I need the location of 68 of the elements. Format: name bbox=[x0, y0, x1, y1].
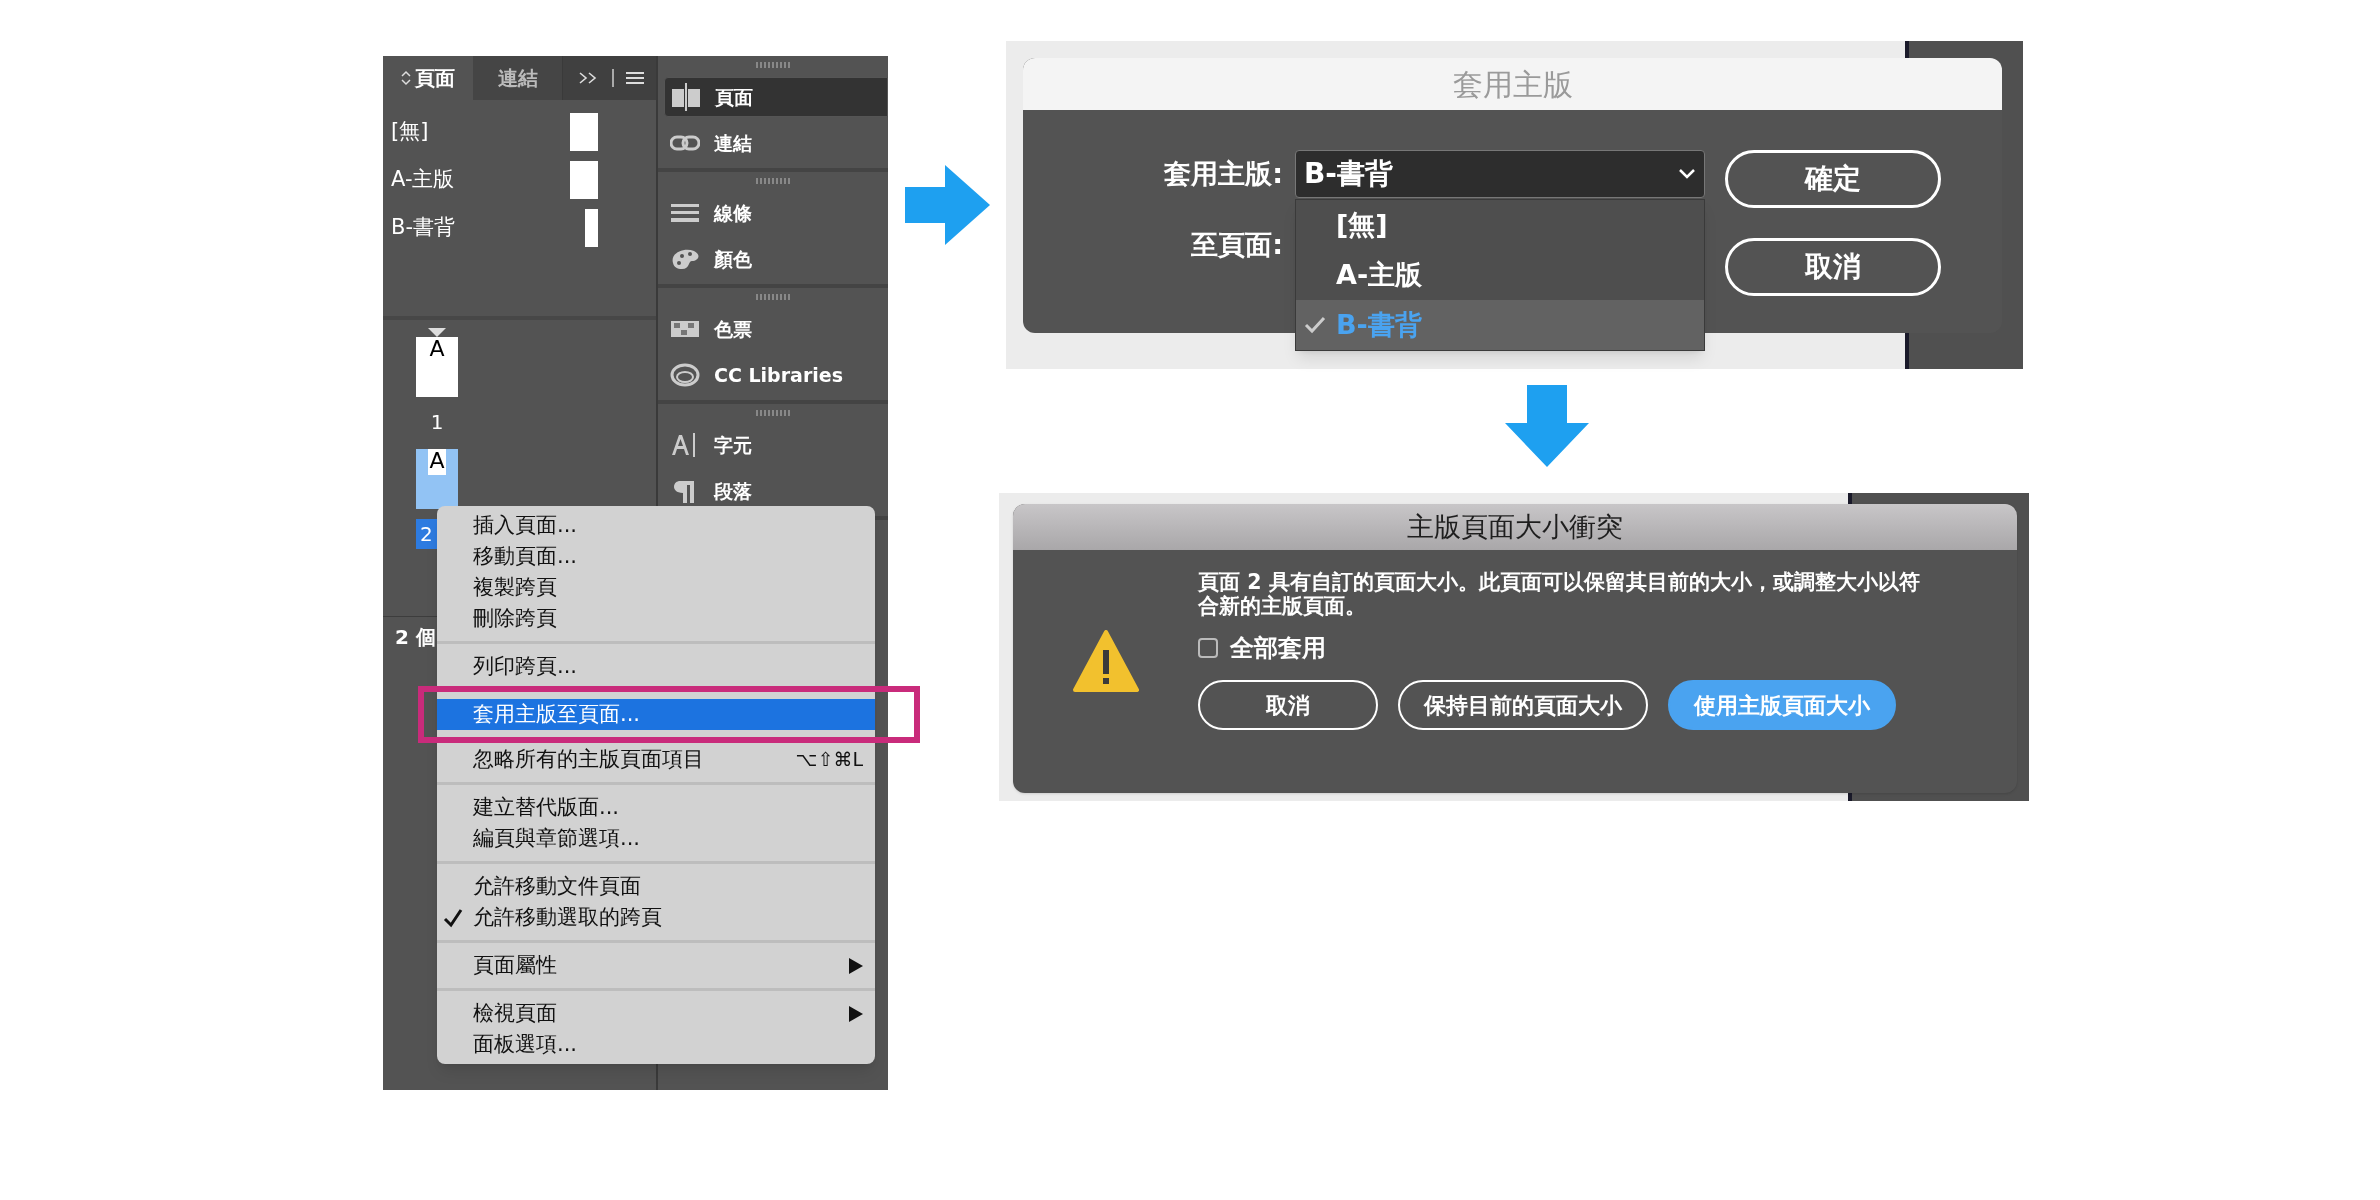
master-name[interactable]: B-書背 bbox=[391, 212, 455, 244]
menu-item[interactable]: 建立替代版面... bbox=[437, 792, 875, 823]
menu-item[interactable]: 面板選項... bbox=[437, 1029, 875, 1060]
submenu-arrow-icon bbox=[849, 1005, 863, 1022]
master-thumbnail[interactable] bbox=[570, 161, 598, 199]
dock-item[interactable]: 線條 bbox=[664, 193, 888, 233]
dock-item[interactable]: 頁面 bbox=[664, 77, 888, 117]
arrow-right-icon bbox=[905, 165, 990, 245]
menu-item[interactable]: 移動頁面... bbox=[437, 541, 875, 572]
cc-icon bbox=[670, 361, 700, 389]
dialog-title: 主版頁面大小衝突 bbox=[1407, 509, 1623, 544]
dialog-title: 套用主版 bbox=[1452, 65, 1573, 104]
dropdown-select[interactable]: B-書背 bbox=[1295, 150, 1705, 198]
warning-icon bbox=[1072, 630, 1139, 692]
master-thumbnail[interactable] bbox=[585, 209, 598, 247]
arrow-down-icon bbox=[1505, 385, 1589, 467]
panel-tab[interactable]: 頁面 bbox=[383, 56, 473, 100]
dialog-button[interactable]: 取消 bbox=[1725, 238, 1941, 296]
menu-item[interactable]: 檢視頁面 bbox=[437, 998, 875, 1029]
dock-item[interactable]: CC Libraries bbox=[664, 355, 888, 395]
dock-item[interactable]: 字元 bbox=[664, 425, 888, 465]
dialog-button[interactable]: 保持目前的頁面大小 bbox=[1398, 680, 1648, 730]
dock-item[interactable]: 顏色 bbox=[664, 239, 888, 279]
message-text: 頁面 2 具有自訂的頁面大小。此頁面可以保留其目前的大小，或調整大小以符合新的主版頁面。 bbox=[1198, 570, 1921, 618]
menu-item[interactable]: 列印跨頁... bbox=[437, 651, 875, 682]
master-thumbnail[interactable] bbox=[570, 113, 598, 151]
dropdown-option[interactable]: [無] bbox=[1296, 200, 1704, 250]
master-letter: A bbox=[428, 449, 446, 475]
menu-item[interactable]: 刪除跨頁 bbox=[437, 603, 875, 634]
menu-icon bbox=[626, 71, 644, 85]
grip-icon bbox=[756, 178, 790, 184]
pages-icon bbox=[671, 83, 701, 111]
page-thumbnail[interactable]: A bbox=[416, 449, 458, 509]
page-number: 2 bbox=[416, 519, 437, 549]
submenu-arrow-icon bbox=[849, 957, 863, 974]
menu-item[interactable]: 允許移動選取的跨頁 bbox=[437, 902, 875, 933]
grip-icon bbox=[756, 294, 790, 300]
dropdown-option[interactable]: A-主版 bbox=[1296, 250, 1704, 300]
menu-item[interactable]: 插入頁面... bbox=[437, 510, 875, 541]
menu-item[interactable]: 頁面屬性 bbox=[437, 950, 875, 981]
checkbox-label: 全部套用 bbox=[1230, 633, 1326, 664]
panel-tab[interactable]: 連結 bbox=[473, 56, 563, 100]
chevron-down-icon bbox=[1678, 168, 1696, 180]
dock-item[interactable]: 連結 bbox=[664, 123, 888, 163]
menu-item[interactable]: 允許移動文件頁面 bbox=[437, 871, 875, 902]
dock-item[interactable]: 段落 bbox=[664, 471, 888, 511]
page-thumbnail[interactable]: A bbox=[416, 337, 458, 397]
menu-item[interactable]: 複製跨頁 bbox=[437, 572, 875, 603]
menu-item[interactable]: 忽略所有的主版頁面項目 ⌥⇧⌘L bbox=[437, 744, 875, 775]
separator-icon bbox=[612, 69, 614, 87]
dock-item[interactable]: 色票 bbox=[664, 309, 888, 349]
page-number: 1 bbox=[430, 409, 444, 436]
checkmark-icon bbox=[443, 907, 463, 928]
menu-item[interactable]: 套用主版至頁面... bbox=[437, 699, 875, 730]
checkmark-icon bbox=[1304, 316, 1326, 334]
dialog-button[interactable]: 確定 bbox=[1725, 150, 1941, 208]
master-name[interactable]: [無] bbox=[391, 116, 429, 148]
sort-icon bbox=[401, 70, 411, 86]
dialog-button[interactable]: 取消 bbox=[1198, 680, 1378, 730]
checkbox[interactable] bbox=[1198, 638, 1218, 658]
field-label: 套用主版: bbox=[1164, 157, 1283, 191]
grip-icon bbox=[756, 410, 790, 416]
field-label: 至頁面: bbox=[1191, 227, 1283, 262]
menu-item[interactable]: 編頁與章節選項... bbox=[437, 823, 875, 854]
shortcut-text: ⌥⇧⌘L bbox=[795, 747, 863, 773]
master-name[interactable]: A-主版 bbox=[391, 164, 455, 196]
status-text: 2 個 bbox=[395, 623, 436, 651]
grip-icon bbox=[756, 62, 790, 68]
